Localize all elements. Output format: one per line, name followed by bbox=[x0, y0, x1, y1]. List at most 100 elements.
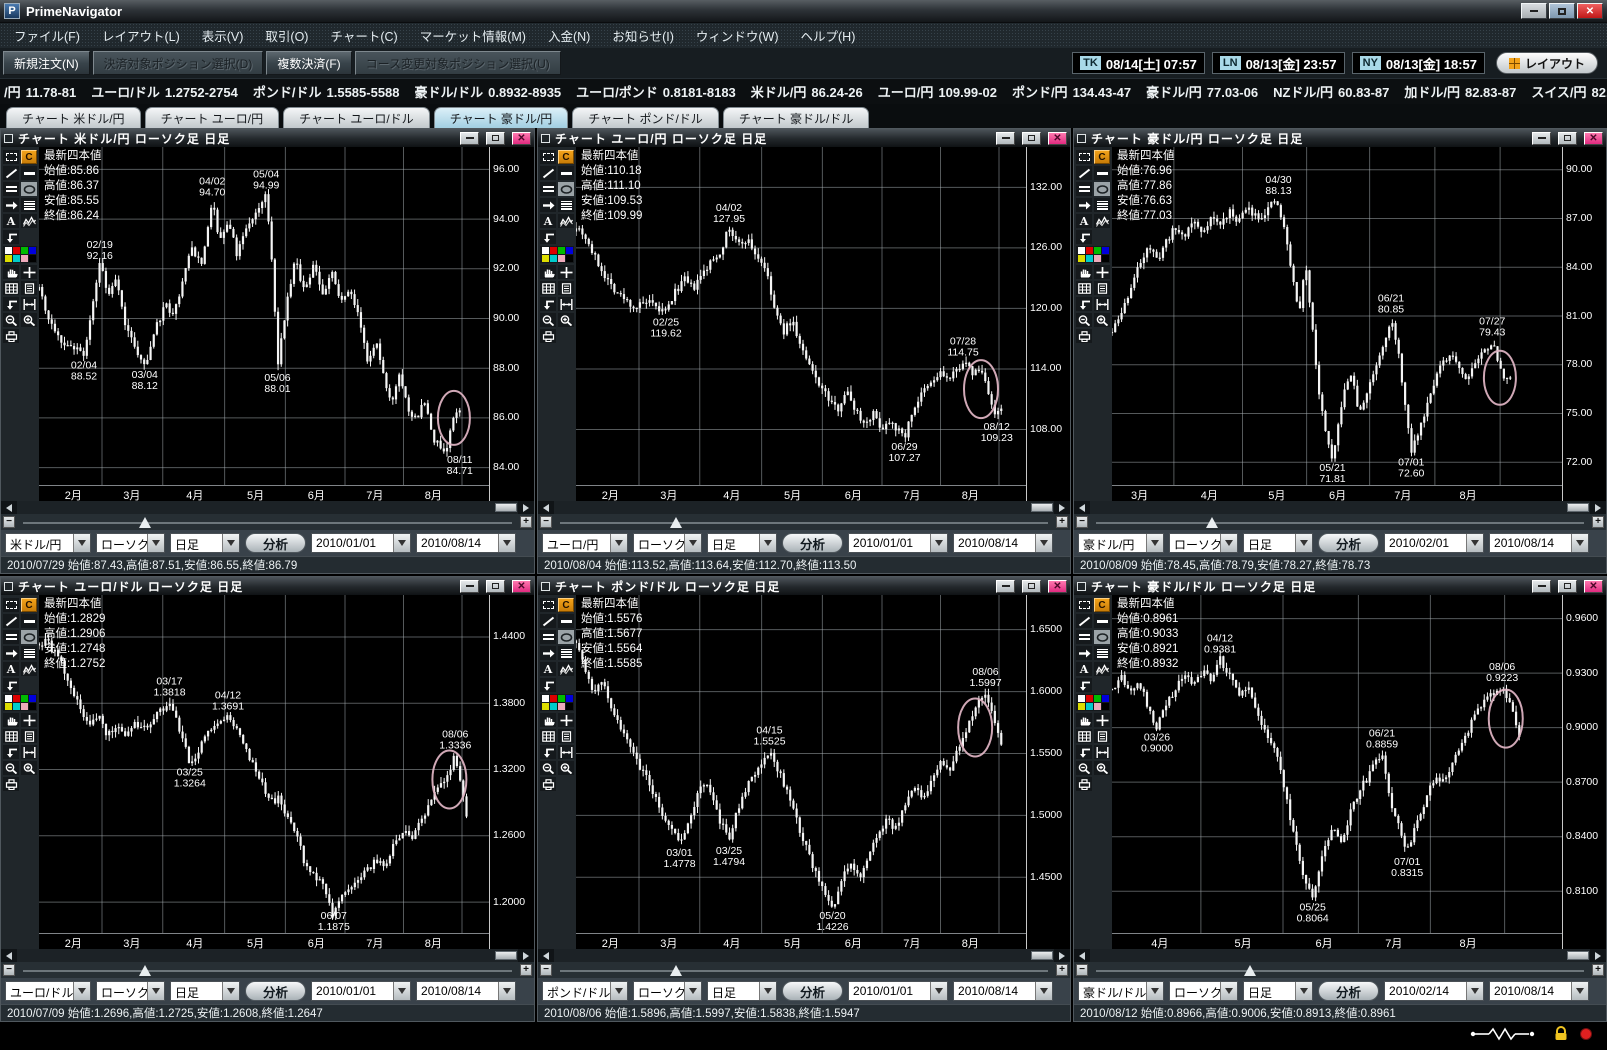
pair-select-dropdown-button[interactable] bbox=[1146, 534, 1163, 552]
date-from-select-dropdown-button[interactable] bbox=[1466, 534, 1484, 552]
zoom-out-icon[interactable] bbox=[3, 761, 19, 775]
chart-plot-area[interactable]: 03/01 1.4778 03/25 1.4794 04/15 1.5525 05/20 1.… bbox=[576, 595, 1026, 950]
fibonacci-lines-tool-icon[interactable] bbox=[21, 646, 37, 660]
scrollbar-thumb[interactable] bbox=[1031, 503, 1053, 512]
scroll-left-button[interactable] bbox=[1074, 501, 1090, 514]
interval-select[interactable]: 日足 bbox=[1243, 533, 1313, 553]
arrow-tool-icon[interactable] bbox=[1076, 198, 1092, 212]
bar-width-icon[interactable] bbox=[558, 297, 574, 311]
zoom-out-icon[interactable] bbox=[540, 761, 556, 775]
trendline-tool-icon[interactable] bbox=[1076, 614, 1092, 628]
chart-type-select-dropdown-button[interactable] bbox=[147, 982, 164, 1000]
data-table-icon[interactable] bbox=[540, 729, 556, 743]
chart-plot-area[interactable]: 03/26 0.9000 04/12 0.9381 05/25 0.8064 06/21 0.… bbox=[1112, 595, 1562, 950]
menu-item-4[interactable]: チャート(C) bbox=[330, 26, 397, 45]
candle-settings-button[interactable]: C bbox=[21, 150, 37, 164]
color-palette[interactable] bbox=[1076, 246, 1110, 263]
interval-select-dropdown-button[interactable] bbox=[1295, 534, 1312, 552]
scrollbar-thumb[interactable] bbox=[495, 503, 517, 512]
selection-tool-icon[interactable] bbox=[540, 150, 556, 164]
date-to-select-dropdown-button[interactable] bbox=[1035, 982, 1053, 1000]
indicator-tool-icon[interactable] bbox=[21, 214, 37, 228]
indicator-tool-icon[interactable] bbox=[558, 662, 574, 676]
scroll-right-button[interactable] bbox=[1590, 949, 1606, 962]
color-palette[interactable] bbox=[540, 246, 574, 263]
zoom-slider[interactable]: − + bbox=[1, 962, 534, 978]
undo-icon[interactable] bbox=[540, 745, 556, 759]
app-maximize-button[interactable] bbox=[1549, 3, 1575, 19]
chart-type-select[interactable]: ローソク足 bbox=[1169, 533, 1238, 553]
color-palette[interactable] bbox=[540, 694, 574, 711]
date-from-select[interactable]: 2010/01/01 bbox=[848, 981, 949, 1001]
date-to-select[interactable]: 2010/08/14 bbox=[1489, 533, 1590, 553]
horizontal-line-tool-icon[interactable] bbox=[558, 166, 574, 180]
text-tool-icon[interactable]: A bbox=[540, 214, 556, 228]
indicator-tool-icon[interactable] bbox=[558, 214, 574, 228]
ellipse-tool-icon[interactable] bbox=[1094, 182, 1110, 196]
slider-plus-button[interactable]: + bbox=[1056, 964, 1068, 976]
text-tool-icon[interactable]: A bbox=[3, 214, 19, 228]
print-icon[interactable] bbox=[540, 329, 556, 343]
interval-select[interactable]: 日足 bbox=[170, 533, 240, 553]
print-icon[interactable] bbox=[1076, 329, 1092, 343]
analysis-button[interactable]: 分析 bbox=[1318, 533, 1380, 553]
date-to-select-dropdown-button[interactable] bbox=[1035, 534, 1053, 552]
ellipse-tool-icon[interactable] bbox=[558, 630, 574, 644]
layout-button[interactable]: レイアウト bbox=[1495, 52, 1598, 74]
data-table-icon[interactable] bbox=[1076, 281, 1092, 295]
chart-scrollbar[interactable] bbox=[1074, 501, 1606, 514]
selection-tool-icon[interactable] bbox=[3, 150, 19, 164]
selection-tool-icon[interactable] bbox=[3, 598, 19, 612]
candle-settings-button[interactable]: C bbox=[558, 598, 574, 612]
analysis-button[interactable]: 分析 bbox=[782, 981, 844, 1001]
interval-select[interactable]: 日足 bbox=[707, 533, 777, 553]
scrollbar-thumb[interactable] bbox=[1031, 951, 1053, 960]
scroll-left-button[interactable] bbox=[1, 949, 17, 962]
trendline-tool-icon[interactable] bbox=[540, 614, 556, 628]
scrollbar-thumb[interactable] bbox=[1567, 503, 1589, 512]
indicator-tool-icon[interactable] bbox=[21, 662, 37, 676]
selection-tool-icon[interactable] bbox=[540, 598, 556, 612]
menu-item-5[interactable]: マーケット情報(M) bbox=[420, 26, 526, 45]
window-menu-icon[interactable] bbox=[541, 133, 550, 143]
copy-icon[interactable] bbox=[558, 281, 574, 295]
data-table-icon[interactable] bbox=[540, 281, 556, 295]
menu-item-3[interactable]: 取引(O) bbox=[265, 26, 308, 45]
date-from-select-dropdown-button[interactable] bbox=[393, 982, 411, 1000]
date-from-select[interactable]: 2010/01/01 bbox=[848, 533, 949, 553]
chart-tab-2[interactable]: チャート ユーロ/ドル bbox=[283, 107, 430, 128]
fibonacci-lines-tool-icon[interactable] bbox=[558, 646, 574, 660]
zoom-slider[interactable]: − + bbox=[1074, 962, 1606, 978]
print-icon[interactable] bbox=[540, 777, 556, 791]
chart-tab-1[interactable]: チャート ユーロ/円 bbox=[144, 107, 280, 128]
horizontal-line-tool-icon[interactable] bbox=[1094, 166, 1110, 180]
window-minimize-button[interactable] bbox=[1532, 579, 1551, 593]
date-from-select[interactable]: 2010/02/01 bbox=[1384, 533, 1485, 553]
bar-width-icon[interactable] bbox=[21, 297, 37, 311]
slider-thumb[interactable] bbox=[1243, 965, 1256, 976]
ellipse-tool-icon[interactable] bbox=[21, 630, 37, 644]
window-maximize-button[interactable] bbox=[486, 131, 505, 145]
pan-tool-icon[interactable] bbox=[540, 265, 556, 279]
undo-icon[interactable] bbox=[3, 230, 19, 244]
zoom-in-icon[interactable] bbox=[21, 313, 37, 327]
date-from-select[interactable]: 2010/02/14 bbox=[1384, 981, 1485, 1001]
slider-plus-button[interactable]: + bbox=[1592, 516, 1604, 528]
fibonacci-lines-tool-icon[interactable] bbox=[1094, 198, 1110, 212]
window-minimize-button[interactable] bbox=[996, 579, 1015, 593]
chart-plot-area[interactable]: 04/30 88.13 05/21 71.81 06/21 80.85 07/01 72.60… bbox=[1112, 147, 1562, 502]
scrollbar-thumb[interactable] bbox=[1567, 951, 1589, 960]
menu-item-2[interactable]: 表示(V) bbox=[202, 26, 244, 45]
pair-select[interactable]: ユーロ/円 bbox=[542, 533, 628, 553]
analysis-button[interactable]: 分析 bbox=[1318, 981, 1380, 1001]
chart-type-select[interactable]: ローソク足 bbox=[1169, 981, 1238, 1001]
arrow-tool-icon[interactable] bbox=[3, 198, 19, 212]
undo-icon[interactable] bbox=[1076, 678, 1092, 692]
zoom-out-icon[interactable] bbox=[3, 313, 19, 327]
scroll-left-button[interactable] bbox=[1, 501, 17, 514]
candlestick-chart[interactable]: 04/3088.1305/2171.8106/2180.8507/0172.60… bbox=[1112, 147, 1562, 485]
copy-icon[interactable] bbox=[1094, 729, 1110, 743]
scroll-right-button[interactable] bbox=[1054, 501, 1070, 514]
chart-tab-4[interactable]: チャート ポンド/ドル bbox=[572, 107, 719, 128]
pair-select[interactable]: 豪ドル/円 bbox=[1078, 533, 1164, 553]
